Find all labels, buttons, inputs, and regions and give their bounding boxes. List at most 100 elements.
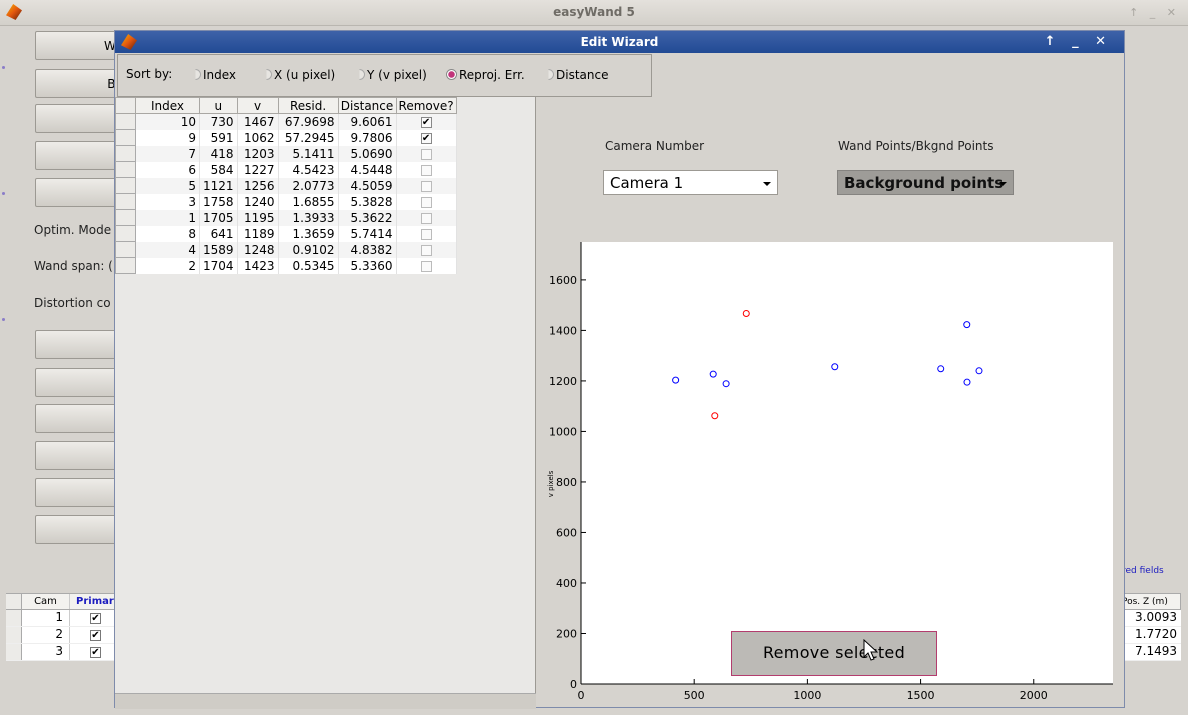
table-row[interactable]: 1 1705 1195 1.3933 5.3622	[115, 209, 457, 226]
remove-cell[interactable]	[396, 257, 457, 274]
resid-cell: 57.2945	[278, 129, 339, 146]
position-table[interactable]: Pos. Z (m) 3.0093 1.7720 7.1493	[1119, 593, 1181, 661]
table-row[interactable]: 3.0093	[1119, 610, 1181, 627]
row-header[interactable]	[115, 161, 136, 178]
remove-cell[interactable]	[396, 241, 457, 258]
remove-cell[interactable]	[396, 145, 457, 162]
row-header[interactable]	[115, 257, 136, 274]
x-tick-label: 500	[684, 689, 705, 702]
unchecked-checkbox-icon[interactable]	[420, 228, 432, 240]
sort-by-group: Sort by: Index X (u pixel) Y (v pixel) R…	[117, 54, 652, 97]
points-table[interactable]: Index u v Resid. Distance Remove? 10 730 1…	[115, 97, 457, 274]
row-header[interactable]	[115, 193, 136, 210]
index-cell: 10	[135, 113, 200, 130]
table-horizontal-scrollbar[interactable]	[115, 693, 536, 709]
index-cell: 4	[135, 241, 200, 258]
sort-by-label: Sort by:	[126, 67, 173, 81]
unchecked-checkbox-icon[interactable]	[420, 212, 432, 224]
table-row[interactable]: 4 1589 1248 0.9102 4.8382	[115, 241, 457, 258]
remove-cell[interactable]	[396, 161, 457, 178]
main-window-title: easyWand 5	[553, 5, 635, 19]
y-tick-label: 400	[556, 577, 577, 590]
sort-distance-radio[interactable]: Distance	[543, 68, 608, 82]
primary-checkbox[interactable]: ✔	[90, 613, 101, 624]
row-header[interactable]	[115, 225, 136, 242]
table-row[interactable]: 6 584 1227 4.5423 4.5448	[115, 161, 457, 178]
u-cell: 591	[199, 129, 238, 146]
optim-mode-label: Optim. Mode	[34, 223, 112, 237]
data-point	[709, 370, 717, 378]
table-row[interactable]: 1 ✔	[6, 610, 114, 627]
table-row[interactable]: 1.7720	[1119, 627, 1181, 644]
sort-y-radio[interactable]: Y (v pixel)	[354, 68, 427, 82]
u-cell: 1589	[199, 241, 238, 258]
points-type-select[interactable]: Background points	[837, 170, 1014, 195]
primary-checkbox[interactable]: ✔	[90, 630, 101, 641]
table-row[interactable]: 5 1121 1256 2.0773 4.5059	[115, 177, 457, 194]
distance-cell: 5.0690	[338, 145, 397, 162]
unchecked-checkbox-icon[interactable]	[420, 244, 432, 256]
radio-icon	[548, 69, 554, 80]
table-row[interactable]: 7 418 1203 5.1411 5.0690	[115, 145, 457, 162]
remove-cell[interactable]	[396, 177, 457, 194]
table-row[interactable]: 3 ✔	[6, 644, 114, 661]
unchecked-checkbox-icon[interactable]	[420, 180, 432, 192]
y-tick-label: 1000	[549, 425, 577, 438]
outlier-point	[742, 309, 750, 317]
row-header[interactable]	[115, 241, 136, 258]
sort-reproj-err-radio[interactable]: Reproj. Err.	[446, 68, 525, 82]
remove-cell[interactable]	[396, 225, 457, 242]
index-cell: 7	[135, 145, 200, 162]
data-point	[831, 363, 839, 371]
table-row[interactable]: 10 730 1467 67.9698 9.6061 ✔	[115, 113, 457, 130]
y-tick-label: 600	[556, 526, 577, 539]
unchecked-checkbox-icon[interactable]	[420, 164, 432, 176]
unchecked-checkbox-icon[interactable]	[420, 148, 432, 160]
checked-checkbox-icon[interactable]: ✔	[420, 116, 432, 128]
row-header[interactable]	[115, 209, 136, 226]
unchecked-checkbox-icon[interactable]	[420, 196, 432, 208]
resid-cell: 1.3933	[278, 209, 339, 226]
v-cell: 1423	[237, 257, 279, 274]
data-point	[937, 365, 945, 373]
row-header[interactable]	[115, 177, 136, 194]
distance-header: Distance	[337, 97, 397, 114]
distance-cell: 9.7806	[338, 129, 397, 146]
primary-checkbox[interactable]: ✔	[90, 647, 101, 658]
table-row[interactable]: 8 641 1189 1.3659 5.7414	[115, 225, 457, 242]
wizard-window-controls[interactable]: ↑ _ ✕	[1045, 34, 1112, 49]
radio-selected-icon	[446, 69, 457, 80]
sort-x-radio[interactable]: X (u pixel)	[261, 68, 335, 82]
pos-z-header: Pos. Z (m)	[1119, 593, 1181, 610]
points-type-label: Wand Points/Bkgnd Points	[838, 139, 994, 153]
table-row[interactable]: 2 1704 1423 0.5345 5.3360	[115, 257, 457, 274]
v-cell: 1248	[237, 241, 279, 258]
resid-cell: 1.6855	[278, 193, 339, 210]
table-row[interactable]: 2 ✔	[6, 627, 114, 644]
distance-cell: 5.3828	[338, 193, 397, 210]
table-row[interactable]: 9 591 1062 57.2945 9.7806 ✔	[115, 129, 457, 146]
row-header-corner	[115, 97, 136, 114]
remove-cell[interactable]: ✔	[396, 113, 457, 130]
sort-index-radio[interactable]: Index	[190, 68, 236, 82]
camera-number-select[interactable]: Camera 1	[603, 170, 778, 195]
v-cell: 1227	[237, 161, 279, 178]
camera-table[interactable]: Cam Primar 1 ✔ 2 ✔ 3 ✔	[6, 593, 114, 661]
table-row[interactable]: 7.1493	[1119, 644, 1181, 661]
x-tick-label: 1000	[793, 689, 821, 702]
row-header[interactable]	[115, 129, 136, 146]
dropdown-arrow-icon	[763, 182, 771, 186]
data-point	[963, 321, 971, 329]
unchecked-checkbox-icon[interactable]	[420, 260, 432, 272]
row-header[interactable]	[115, 145, 136, 162]
checked-checkbox-icon[interactable]: ✔	[420, 132, 432, 144]
remove-selected-button[interactable]: Remove selected	[731, 631, 937, 676]
remove-cell[interactable]	[396, 193, 457, 210]
remove-cell[interactable]: ✔	[396, 129, 457, 146]
main-window-controls[interactable]: ↑ _ ✕	[1129, 6, 1180, 19]
table-row[interactable]: 3 1758 1240 1.6855 5.3828	[115, 193, 457, 210]
remove-cell[interactable]	[396, 209, 457, 226]
data-point	[975, 367, 983, 375]
v-cell: 1240	[237, 193, 279, 210]
row-header[interactable]	[115, 113, 136, 130]
